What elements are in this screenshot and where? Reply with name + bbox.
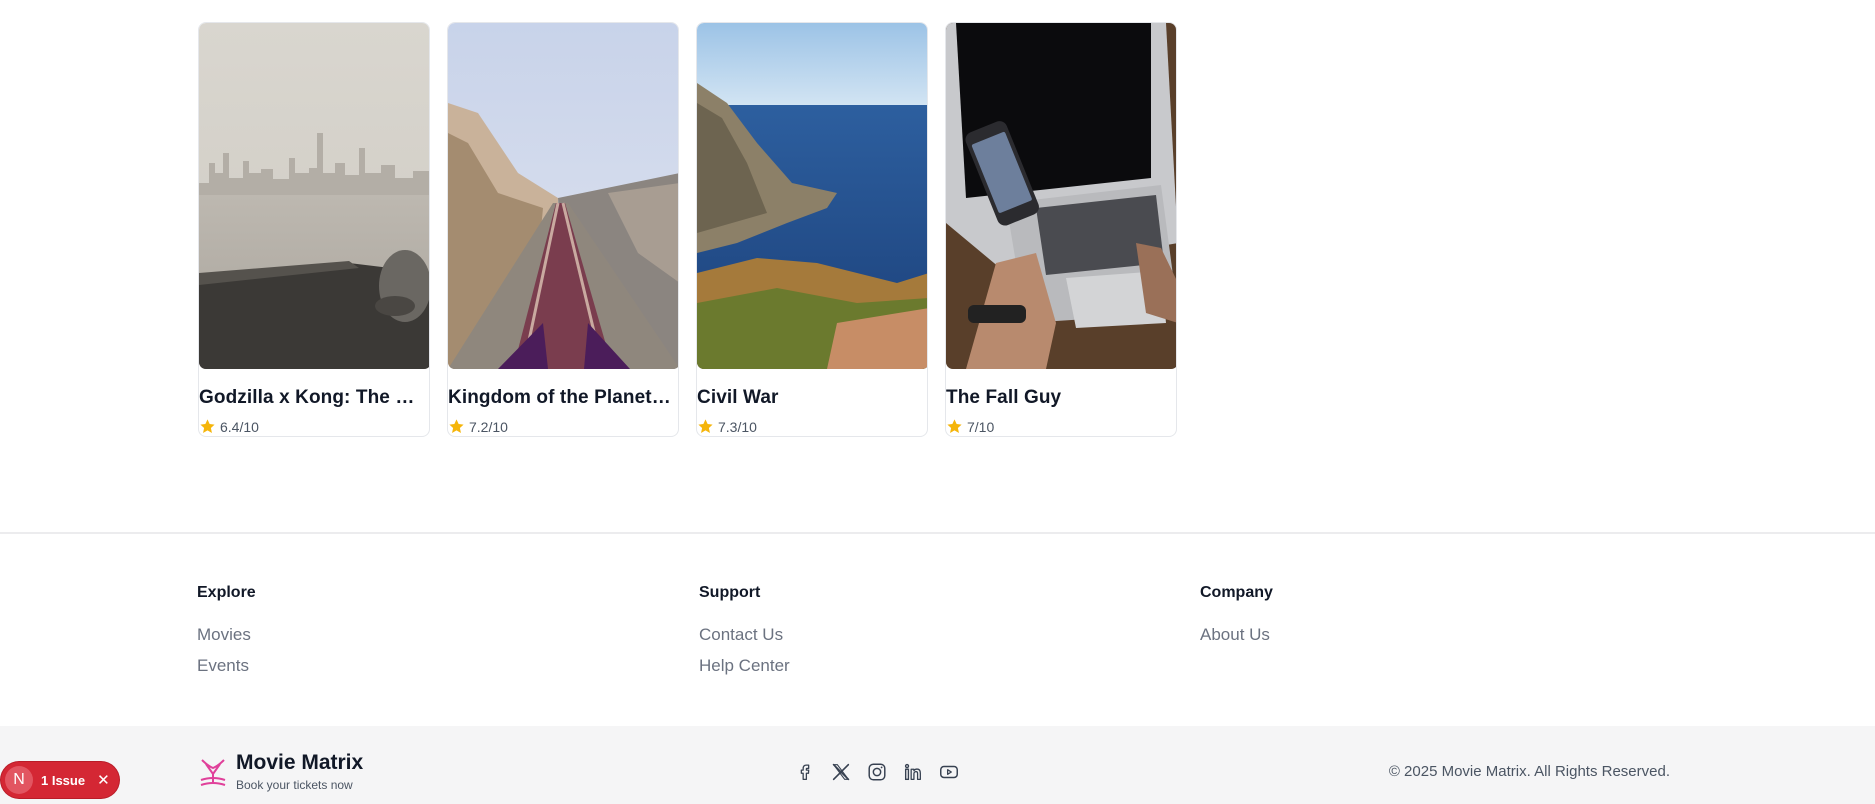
footer-link-about-us[interactable]: About Us [1200,625,1600,645]
rating-value: 7/10 [967,418,995,435]
footer-divider [0,532,1875,534]
movie-poster[interactable] [448,23,678,369]
railway-coast-image [448,23,678,369]
instagram-icon[interactable] [866,761,888,783]
x-icon[interactable] [830,761,852,783]
star-icon [947,419,962,433]
movie-title[interactable]: Kingdom of the Planet of the Apes [448,387,678,409]
social-links [794,761,960,783]
sea-cliff-image [697,23,927,369]
youtube-icon[interactable] [938,761,960,783]
movie-poster[interactable] [199,23,429,369]
brand[interactable]: Movie Matrix Book your tickets now [198,752,363,792]
movie-title[interactable]: Godzilla x Kong: The New Empire [199,387,429,409]
nextjs-logo-icon[interactable]: N [5,766,33,794]
footer-heading: Explore [197,584,256,601]
footer-heading: Company [1200,584,1273,601]
brand-logo-icon [200,759,226,786]
footer-link-help-center[interactable]: Help Center [699,656,1099,676]
footer-bottom-bar: Movie Matrix Book your tickets now © 202… [0,726,1875,804]
brand-tagline: Book your tickets now [236,778,353,792]
movie-card[interactable]: The Fall Guy 7/10 [945,22,1177,437]
movie-card[interactable]: Kingdom of the Planet of the Apes 7.2/10 [447,22,679,437]
footer-heading: Support [699,584,761,601]
footer-col-explore: Explore Movies Events [197,584,597,676]
rating-value: 7.3/10 [718,418,757,435]
movie-poster[interactable] [697,23,927,369]
rating-value: 7.2/10 [469,418,508,435]
movie-rating: 7/10 [946,418,1176,435]
issue-count[interactable]: 1 Issue [41,773,85,788]
footer-link-movies[interactable]: Movies [197,625,597,645]
close-icon[interactable]: ✕ [97,771,110,789]
rating-value: 6.4/10 [220,418,259,435]
movie-title[interactable]: Civil War [697,387,927,409]
footer-col-company: Company About Us [1200,584,1600,645]
footer-link-contact-us[interactable]: Contact Us [699,625,1099,645]
brand-text: Movie Matrix Book your tickets now [236,751,364,793]
movie-rating: 6.4/10 [199,418,429,435]
footer-col-support: Support Contact Us Help Center [699,584,1099,676]
issues-badge[interactable]: N 1 Issue ✕ [1,762,119,798]
footer-link-events[interactable]: Events [197,656,597,676]
facebook-icon[interactable] [794,761,816,783]
movie-grid: Godzilla x Kong: The New Empire 6.4/10 [198,22,1177,437]
city-shore-image [199,23,429,369]
movie-card[interactable]: Civil War 7.3/10 [696,22,928,437]
star-icon [698,419,713,433]
copyright-text: © 2025 Movie Matrix. All Rights Reserved… [1388,763,1670,780]
movie-rating: 7.2/10 [448,418,678,435]
movie-card[interactable]: Godzilla x Kong: The New Empire 6.4/10 [198,22,430,437]
movie-poster[interactable] [946,23,1176,369]
movie-title[interactable]: The Fall Guy [946,387,1176,409]
brand-name: Movie Matrix [236,751,364,774]
star-icon [449,419,464,433]
star-icon [200,419,215,433]
movie-rating: 7.3/10 [697,418,927,435]
linkedin-icon[interactable] [902,761,924,783]
phone-laptop-image [946,23,1176,369]
